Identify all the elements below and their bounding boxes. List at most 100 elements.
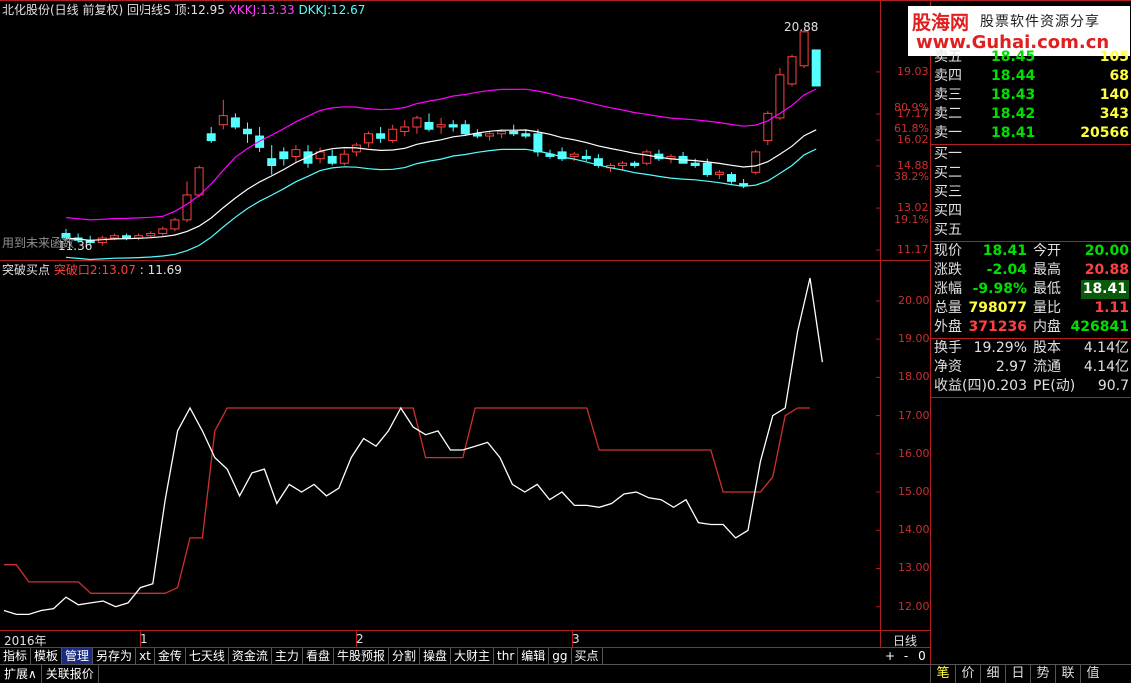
info-value: 90.7 [1097,378,1129,394]
info-label: 流通 [1033,359,1061,375]
candle-body [291,149,301,157]
toolbar-tab[interactable]: 牛股预报 [334,648,389,664]
toolbar-tab[interactable]: 大财主 [451,648,495,664]
toolbar-tab[interactable]: 分割 [389,648,420,664]
related-quotes-button[interactable]: 关联报价 [42,665,99,683]
candle-body [497,131,507,135]
candle-body [448,124,458,128]
candle-body [569,153,579,157]
xkkj-value: 13.33 [260,3,295,17]
expand-button[interactable]: 扩展∧ [0,665,42,683]
info-label: PE(动) [1033,378,1076,394]
right-panel-tab[interactable]: 势 [1030,664,1055,683]
sub-tick-label: 15.00 [898,485,930,499]
candle-body [509,131,519,135]
right-panel-tab[interactable]: 笔 [930,664,955,683]
zoom-out-button[interactable]: - [898,648,914,664]
quote-stat-row: 总量 798077 量比 1.11 [931,299,1131,318]
toolbar-tab[interactable]: 七天线 [186,648,229,664]
toolbar-tab[interactable]: 资金流 [229,648,272,664]
candle-body [581,155,591,160]
candle-body [122,235,131,239]
candle [787,54,797,87]
buy-level-label: 买一 [934,146,962,162]
candle-body [412,117,422,128]
stat-value: 426841 [1070,319,1129,335]
toolbar-tab[interactable]: 金传 [155,648,186,664]
sell-level-row: 卖一 18.41 20566 [931,124,1131,143]
candle-body [485,133,494,137]
buy-level-row: 买二 [931,164,1131,183]
stat-value: 1.11 [1094,300,1129,316]
toolbar-tab[interactable]: 操盘 [420,648,451,664]
toolbar-tab[interactable]: 看盘 [303,648,334,664]
stat-label: 总量 [934,300,962,316]
candle-body [243,128,252,135]
top-label: 顶: [174,3,191,17]
sub-tick-label: 16.00 [898,446,930,460]
indicator-toolbar: 指标 模板 管理 另存为 xt 金传 七天线 资金流 主力 看盘 牛股预报 分割 操盘 大财主 thr 编辑 g… [0,648,603,664]
stat-value: 18.41 [1080,280,1129,299]
candle-body [521,133,531,137]
sub-extra-value: : 11.69 [139,263,182,277]
x-axis-year: 2016年 [4,634,47,648]
candle [642,149,652,166]
toolbar-tab[interactable]: 编辑 [518,648,550,664]
right-panel-tab[interactable]: 价 [955,664,980,683]
toolbar-tab[interactable]: xt [136,648,155,664]
quote-stat-row: 现价 18.41 今开 20.00 [931,242,1131,261]
buy-level-row: 买三 [931,183,1131,202]
stat-label: 涨跌 [934,262,962,278]
quote-stat-row: 外盘 371236 内盘 426841 [931,318,1131,337]
candle-body [727,174,736,182]
buy-level-label: 买五 [934,222,962,238]
sell-level-price: 18.44 [991,68,1036,84]
info-value: 2.97 [995,359,1027,375]
pct-tick-label: 80.9% [894,100,929,114]
sub-tick-label: 12.00 [898,599,930,613]
candle-body [279,151,289,160]
info-value: 19.29% [973,340,1027,356]
sub-indicator-name: 突破买点 [2,263,51,277]
toolbar-tab[interactable]: 管理 [62,648,94,664]
candle-body [230,117,240,128]
candle [775,68,785,121]
toolbar-tab[interactable]: 模板 [31,648,63,664]
candle-body [339,153,349,164]
candle [811,49,821,87]
zoom-in-button[interactable]: + [882,648,898,664]
toolbar-tab[interactable]: 指标 [0,648,32,664]
toolbar-tab[interactable]: 另存为 [93,648,137,664]
toolbar-tab[interactable]: gg [549,648,572,664]
sub-tick-label: 14.00 [898,523,930,537]
stat-label: 内盘 [1033,319,1061,335]
right-panel-tab[interactable]: 日 [1005,664,1030,683]
pct-tick-label: 19.1% [894,212,929,226]
candle-body [267,158,277,166]
candle-body [109,235,119,239]
info-value: 4.14亿 [1083,359,1129,375]
info-value: 4.14亿 [1083,340,1129,356]
stat-label: 涨幅 [934,281,962,297]
toolbar-tab[interactable]: 主力 [272,648,303,664]
candle-body [787,56,797,85]
toolbar-tab[interactable]: thr [494,648,519,664]
sell-level-price: 18.43 [991,87,1036,103]
candle-body [751,151,761,173]
candle-body [170,219,180,230]
sub-line-label: 突破口2: [53,263,102,277]
candle-body [364,133,373,144]
right-panel-tab[interactable]: 值 [1080,664,1105,683]
right-panel-tab[interactable]: 联 [1055,664,1080,683]
buy-level-row: 买五 [931,221,1131,240]
quote-stat-row: 涨跌 -2.04 最高 20.88 [931,261,1131,280]
toolbar-tab[interactable]: 买点 [572,648,603,664]
sell-level-volume: 20566 [1080,125,1129,141]
right-panel-tab[interactable]: 细 [980,664,1005,683]
buy-level-row: 买四 [931,202,1131,221]
zoom-reset-button[interactable]: 0 [914,648,930,664]
sell-level-row: 卖二 18.42 343 [931,105,1131,124]
stat-label: 最高 [1033,262,1061,278]
sell-level-label: 卖二 [934,106,962,122]
buy-level-label: 买四 [934,203,962,219]
